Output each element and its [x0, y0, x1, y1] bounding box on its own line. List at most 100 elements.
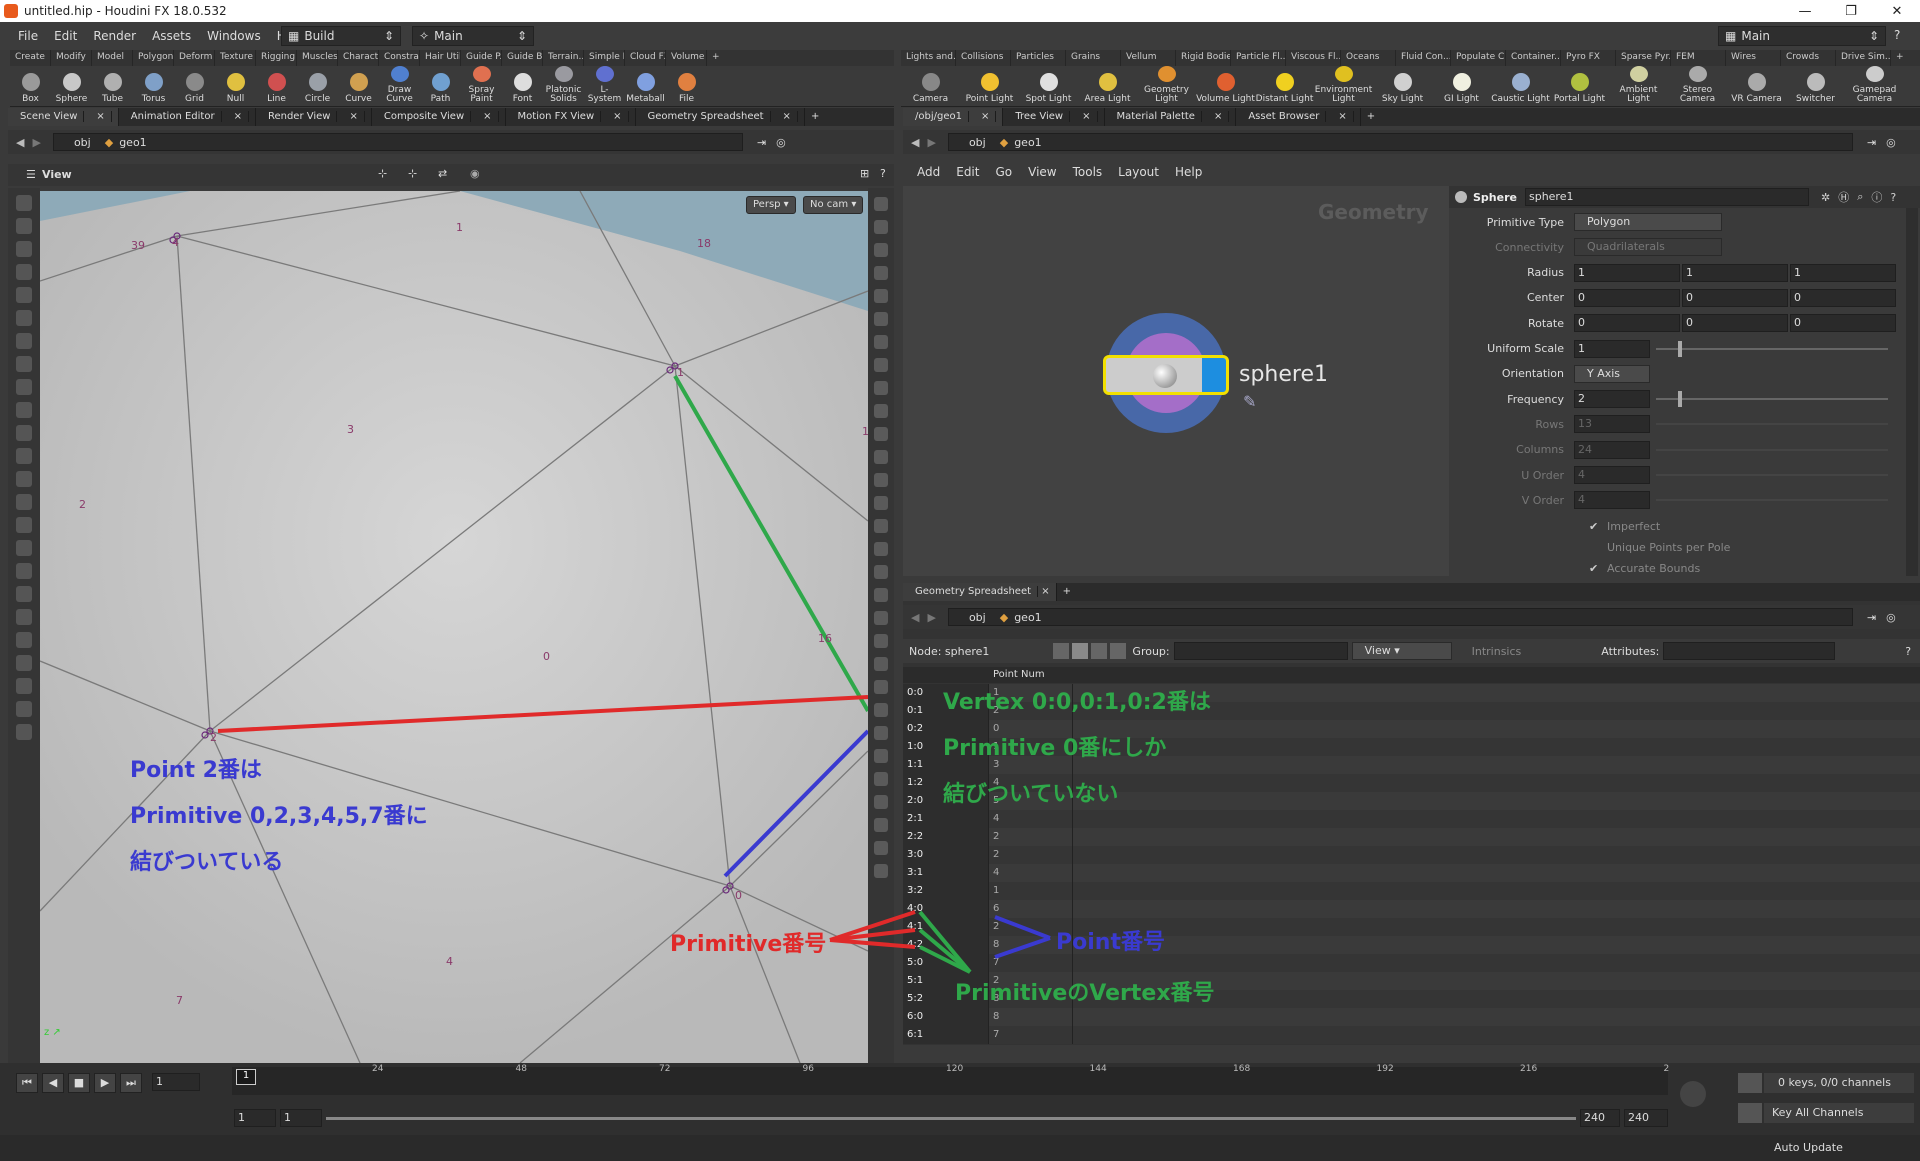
area-light-tool-button[interactable]: Area Light — [1078, 66, 1137, 107]
rotate-icon[interactable] — [16, 310, 32, 326]
shelf_left-tab-hair-utils[interactable]: Hair Utils — [420, 50, 461, 66]
ambient-light-tool-button[interactable]: Ambient Light — [1609, 66, 1668, 107]
add-tab-icon[interactable]: + — [805, 108, 825, 126]
primitives-mode-icon[interactable] — [1091, 643, 1108, 659]
range-end-field[interactable]: 240 — [1580, 1109, 1620, 1127]
current-frame-field[interactable]: 1 — [152, 1073, 200, 1091]
step-back-button[interactable]: ◀ — [42, 1073, 64, 1093]
handle-icon[interactable] — [16, 264, 32, 280]
forward-arrow-icon[interactable]: ▶ — [927, 136, 935, 149]
network-view[interactable]: Geometry sphere1 ✎ — [903, 186, 1449, 576]
settings-icon[interactable] — [16, 655, 32, 671]
sculpt-icon[interactable] — [16, 586, 32, 602]
display-option-icon[interactable] — [874, 795, 888, 809]
display-option-icon[interactable] — [874, 450, 888, 464]
sky-light-tool-button[interactable]: Sky Light — [1373, 66, 1432, 107]
search-icon[interactable]: ⌕ — [1857, 190, 1863, 204]
slider-handle[interactable] — [1678, 391, 1682, 408]
net-menu-view[interactable]: View — [1020, 165, 1064, 179]
tube-tool-button[interactable]: Tube — [92, 66, 133, 107]
torus-tool-button[interactable]: Torus — [133, 66, 174, 107]
auto-update-select[interactable]: Auto Update — [1774, 1141, 1843, 1154]
forward-arrow-icon[interactable]: ▶ — [32, 136, 40, 149]
snap-icon[interactable] — [16, 425, 32, 441]
display-option-icon[interactable] — [874, 657, 888, 671]
shelf_left-tab-model[interactable]: Model — [92, 50, 133, 66]
columns-slider[interactable] — [1656, 448, 1888, 451]
light-icon[interactable] — [16, 540, 32, 556]
shelf_right-tab-crowds[interactable]: Crowds — [1781, 50, 1836, 66]
camera-tool-button[interactable]: Camera — [901, 66, 960, 107]
table-row[interactable]: 3:1 4 — [903, 864, 1920, 882]
go-start-button[interactable]: ⏮ — [16, 1073, 38, 1093]
shelf_left-tab-volume[interactable]: Volume — [666, 50, 707, 66]
net-menu-tools[interactable]: Tools — [1065, 165, 1111, 179]
geometry-light-tool-button[interactable]: Geometry Light — [1137, 66, 1196, 107]
view-icon[interactable] — [16, 218, 32, 234]
shelf_right-tab-oceans[interactable]: Oceans — [1341, 50, 1396, 66]
rotate-field-y[interactable]: 0 — [1682, 314, 1788, 333]
node-name-field[interactable]: sphere1 — [1524, 188, 1809, 206]
display-option-icon[interactable] — [874, 335, 888, 349]
null-tool-button[interactable]: Null — [215, 66, 256, 107]
shelf_left-tab-create[interactable]: Create — [10, 50, 51, 66]
shelf_left-tab-guide-p[interactable]: Guide P... — [461, 50, 502, 66]
range-end-field-2[interactable]: 240 — [1624, 1109, 1668, 1127]
shelf_right-tab-vellum[interactable]: Vellum — [1121, 50, 1176, 66]
shelf_left-tab-charact[interactable]: Charact... — [338, 50, 379, 66]
path-field[interactable]: obj ◆ geo1 — [947, 608, 1853, 626]
tab-scene-view[interactable]: Scene View × — [8, 108, 119, 126]
shelf_right-tab-lights-and[interactable]: Lights and... — [901, 50, 956, 66]
v-order-slider[interactable] — [1656, 499, 1888, 502]
connectivity-select[interactable]: Quadrilaterals — [1574, 238, 1722, 257]
close-tab-icon[interactable]: × — [974, 111, 997, 122]
display-option-icon[interactable] — [874, 818, 888, 832]
display-option-icon[interactable] — [874, 841, 888, 855]
shelf_left-tab-muscles[interactable]: Muscles — [297, 50, 338, 66]
close-tab-icon[interactable]: × — [477, 111, 499, 122]
layout-icon[interactable]: ⊞ — [860, 167, 869, 180]
shelf_right-tab-wires[interactable]: Wires — [1726, 50, 1781, 66]
grid-icon[interactable] — [16, 471, 32, 487]
table-row[interactable]: 3:0 2 — [903, 846, 1920, 864]
tab-asset-browser[interactable]: Asset Browser × — [1236, 108, 1361, 126]
forward-arrow-icon[interactable]: ▶ — [927, 611, 935, 624]
range-slider[interactable] — [326, 1117, 1576, 1120]
play-button[interactable]: ▶ — [94, 1073, 116, 1093]
link-icon[interactable]: ◎ — [1886, 611, 1896, 624]
shelf_left-tab-cloud-fx[interactable]: Cloud FX — [625, 50, 666, 66]
path-geo1[interactable]: geo1 — [119, 136, 146, 149]
transform-icon[interactable] — [16, 287, 32, 303]
net-menu-help[interactable]: Help — [1167, 165, 1210, 179]
path-obj[interactable]: obj — [74, 136, 91, 149]
uniform-scale-slider[interactable] — [1656, 340, 1888, 357]
u-order-field[interactable]: 4 — [1574, 466, 1650, 484]
display-option-icon[interactable] — [874, 634, 888, 648]
intrinsics-select[interactable]: Intrinsics — [1472, 645, 1522, 658]
node-name-label[interactable]: sphere1 — [1239, 362, 1328, 387]
path-obj[interactable]: obj — [969, 611, 986, 624]
shelf_left-tab-guide-b[interactable]: Guide B... — [502, 50, 543, 66]
close-tab-icon[interactable]: × — [607, 111, 629, 122]
range-start-field-2[interactable]: 1 — [280, 1109, 322, 1127]
display-option-icon[interactable] — [874, 542, 888, 556]
go-end-button[interactable]: ⏭ — [120, 1073, 142, 1093]
net-menu-add[interactable]: Add — [909, 165, 948, 179]
display-option-icon[interactable] — [874, 565, 888, 579]
environment-light-tool-button[interactable]: Environment Light — [1314, 66, 1373, 107]
link-icon[interactable]: ◎ — [1886, 136, 1896, 149]
shelf_right-tab-particle-fl[interactable]: Particle Fl... — [1231, 50, 1286, 66]
shelf_right-tab-fluid-con[interactable]: Fluid Con... — [1396, 50, 1451, 66]
gamepad-camera-tool-button[interactable]: Gamepad Camera — [1845, 66, 1904, 107]
curve-tool-button[interactable]: Curve — [338, 66, 379, 107]
camera-icon[interactable] — [16, 517, 32, 533]
menu-assets[interactable]: Assets — [144, 29, 199, 43]
add-shelf-tab-icon[interactable]: + — [1891, 50, 1909, 66]
file-tool-button[interactable]: File — [666, 66, 707, 107]
frequency-field[interactable]: 2 — [1574, 390, 1650, 409]
hda-icon[interactable]: Ⓗ — [1838, 189, 1849, 205]
checkbox-icon[interactable]: ✔ — [1589, 520, 1601, 533]
display-option-icon[interactable] — [874, 749, 888, 763]
volume-light-tool-button[interactable]: Volume Light — [1196, 66, 1255, 107]
persp-menu[interactable]: Persp ▾ — [746, 196, 796, 214]
